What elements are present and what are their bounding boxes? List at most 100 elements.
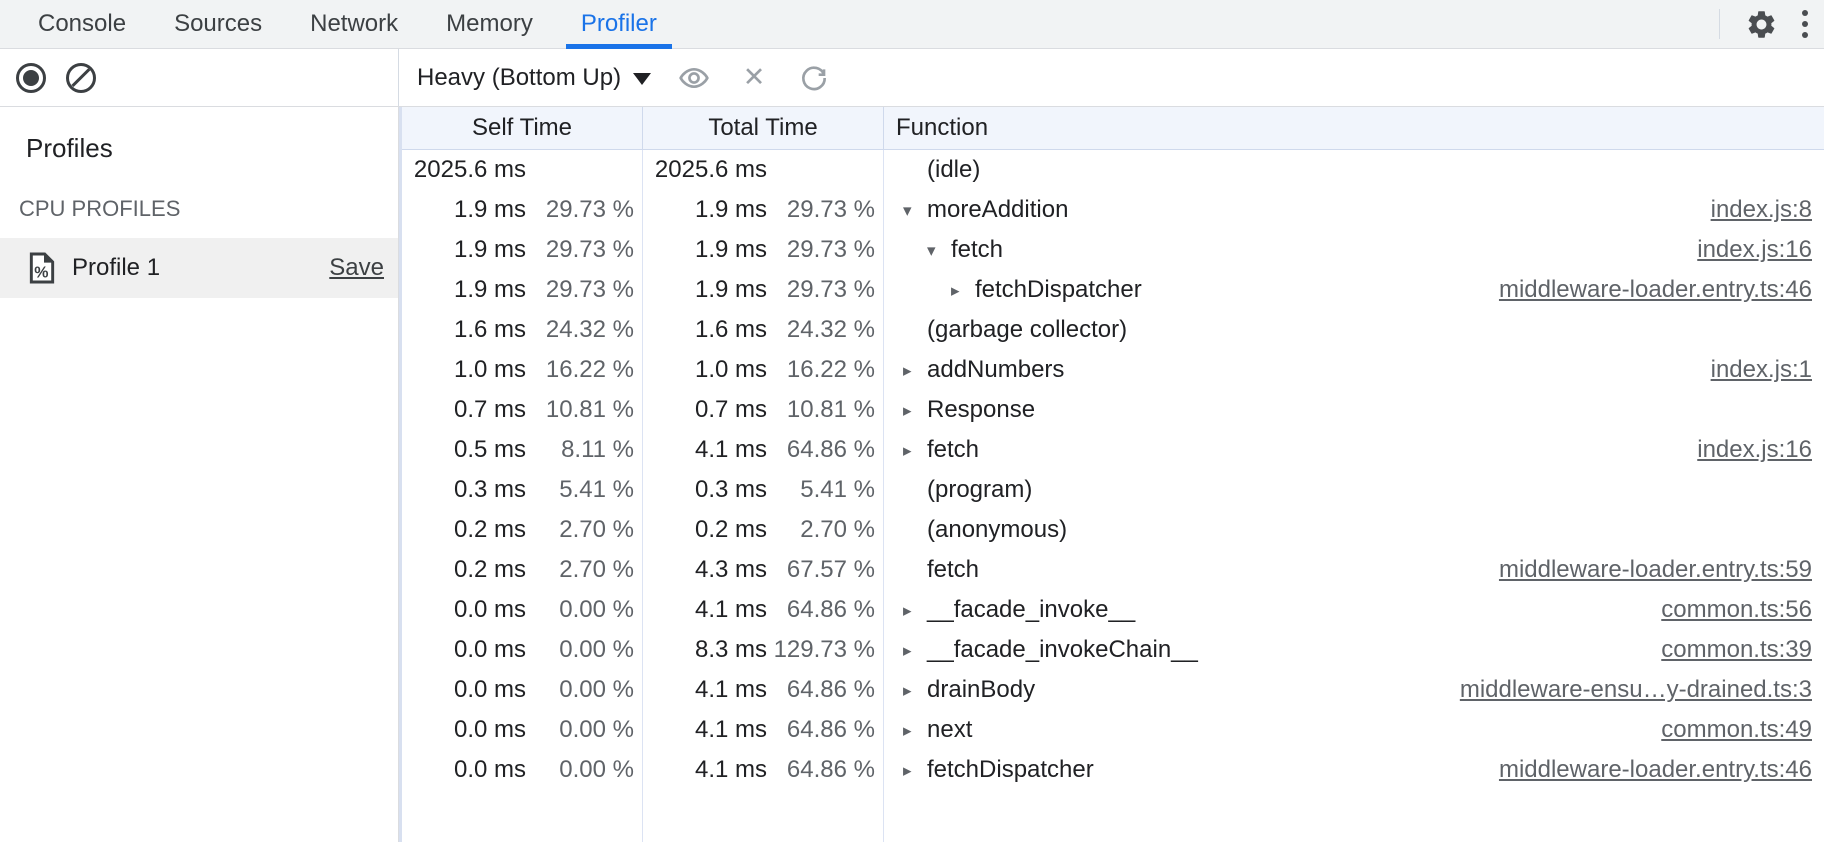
function-cell: ▸__facade_invokeChain__common.ts:39 bbox=[884, 636, 1824, 664]
total-time-ms: 1.9 ms bbox=[652, 276, 767, 304]
self-time-percent: 16.22 % bbox=[526, 356, 634, 384]
table-row[interactable]: 0.2 ms2.70 %0.2 ms2.70 %(anonymous) bbox=[402, 510, 1824, 550]
function-cell: ▸fetch index.js:16 bbox=[884, 436, 1824, 464]
table-row[interactable]: 0.5 ms8.11 %4.1 ms64.86 %▸fetchindex.js:… bbox=[402, 430, 1824, 470]
self-time-ms: 0.2 ms bbox=[411, 516, 526, 544]
total-time-cell: 0.2 ms2.70 % bbox=[643, 516, 884, 544]
source-link[interactable]: index.js:1 bbox=[1691, 356, 1812, 384]
self-time-percent: 0.00 % bbox=[526, 676, 634, 704]
total-time-cell: 4.1 ms64.86 % bbox=[643, 436, 884, 464]
source-link[interactable]: index.js:16 bbox=[1677, 236, 1812, 264]
table-row[interactable]: 2025.6 ms2025.6 ms(idle) bbox=[402, 150, 1824, 190]
cpu-profiles-section-label: CPU PROFILES bbox=[0, 164, 398, 238]
total-time-ms: 4.1 ms bbox=[652, 716, 767, 744]
tree-toggle-icon[interactable]: ▸ bbox=[903, 722, 927, 739]
total-time-cell: 4.1 ms64.86 % bbox=[643, 676, 884, 704]
column-header-total-time[interactable]: Total Time bbox=[643, 107, 884, 149]
view-mode-select[interactable]: Heavy (Bottom Up) bbox=[417, 64, 651, 92]
total-time-cell: 2025.6 ms bbox=[643, 156, 884, 184]
self-time-cell: 0.3 ms5.41 % bbox=[402, 476, 643, 504]
total-time-percent: 29.73 % bbox=[767, 236, 875, 264]
table-row[interactable]: 1.6 ms24.32 %1.6 ms24.32 %(garbage colle… bbox=[402, 310, 1824, 350]
function-name: fetchDispatcher bbox=[975, 276, 1142, 304]
column-header-function[interactable]: Function bbox=[884, 107, 1824, 149]
source-link[interactable]: middleware-ensu…y-drained.ts:3 bbox=[1440, 676, 1812, 704]
tree-toggle-icon[interactable]: ▸ bbox=[903, 442, 927, 459]
table-row[interactable]: 1.9 ms29.73 %1.9 ms29.73 %▾moreAdditioni… bbox=[402, 190, 1824, 230]
total-time-cell: 0.3 ms5.41 % bbox=[643, 476, 884, 504]
tab-console[interactable]: Console bbox=[28, 0, 136, 48]
function-cell: ▾moreAdditionindex.js:8 bbox=[884, 196, 1824, 224]
source-link[interactable]: index.js:8 bbox=[1691, 196, 1812, 224]
tree-toggle-icon[interactable]: ▸ bbox=[903, 762, 927, 779]
total-time-cell: 8.3 ms129.73 % bbox=[643, 636, 884, 664]
tab-profiler[interactable]: Profiler bbox=[571, 0, 667, 48]
focus-eye-icon[interactable] bbox=[677, 61, 711, 95]
self-time-ms: 1.9 ms bbox=[411, 236, 526, 264]
tab-label: Profiler bbox=[581, 10, 657, 38]
total-time-cell: 1.0 ms16.22 % bbox=[643, 356, 884, 384]
function-name: fetchDispatcher bbox=[927, 756, 1094, 784]
self-time-cell: 0.0 ms0.00 % bbox=[402, 636, 643, 664]
tree-toggle-icon[interactable]: ▾ bbox=[927, 242, 951, 259]
tab-network[interactable]: Network bbox=[300, 0, 408, 48]
table-row[interactable]: 0.2 ms2.70 %4.3 ms67.57 %fetchmiddleware… bbox=[402, 550, 1824, 590]
table-row[interactable]: 0.7 ms10.81 %0.7 ms10.81 %▸Response bbox=[402, 390, 1824, 430]
source-link[interactable]: common.ts:49 bbox=[1641, 716, 1812, 744]
function-name: fetch bbox=[927, 436, 979, 464]
more-options-kebab-icon[interactable] bbox=[1802, 10, 1808, 38]
clear-profiles-icon[interactable] bbox=[66, 63, 96, 93]
tab-sources[interactable]: Sources bbox=[164, 0, 272, 48]
tree-toggle-icon[interactable]: ▸ bbox=[903, 642, 927, 659]
self-time-ms: 0.0 ms bbox=[411, 596, 526, 624]
profiler-data-grid: Self Time Total Time Function 2025.6 ms2… bbox=[399, 107, 1824, 842]
tree-toggle-icon[interactable]: ▾ bbox=[903, 202, 927, 219]
profiler-toolbar-right: Heavy (Bottom Up) bbox=[399, 49, 831, 106]
table-row[interactable]: 0.0 ms0.00 %4.1 ms64.86 %▸fetchDispatche… bbox=[402, 750, 1824, 790]
tree-toggle-icon[interactable]: ▸ bbox=[951, 282, 975, 299]
source-link[interactable]: common.ts:39 bbox=[1641, 636, 1812, 664]
settings-gear-icon[interactable] bbox=[1742, 5, 1780, 43]
self-time-cell: 0.0 ms0.00 % bbox=[402, 756, 643, 784]
source-link[interactable]: common.ts:56 bbox=[1641, 596, 1812, 624]
tree-toggle-icon[interactable]: ▸ bbox=[903, 682, 927, 699]
total-time-cell: 4.1 ms64.86 % bbox=[643, 716, 884, 744]
source-link[interactable]: middleware-loader.entry.ts:46 bbox=[1479, 756, 1812, 784]
table-row[interactable]: 0.3 ms5.41 %0.3 ms5.41 %(program) bbox=[402, 470, 1824, 510]
self-time-percent: 0.00 % bbox=[526, 596, 634, 624]
tree-toggle-icon[interactable]: ▸ bbox=[903, 362, 927, 379]
save-profile-link[interactable]: Save bbox=[329, 254, 384, 282]
function-cell: ▸nextcommon.ts:49 bbox=[884, 716, 1824, 744]
source-link[interactable]: middleware-loader.entry.ts:46 bbox=[1479, 276, 1812, 304]
exclude-x-icon[interactable] bbox=[737, 61, 771, 95]
table-row[interactable]: 0.0 ms0.00 %4.1 ms64.86 %▸nextcommon.ts:… bbox=[402, 710, 1824, 750]
tree-toggle-icon[interactable]: ▸ bbox=[903, 602, 927, 619]
reload-icon[interactable] bbox=[797, 61, 831, 95]
table-row[interactable]: 1.9 ms29.73 %1.9 ms29.73 %▾fetchindex.js… bbox=[402, 230, 1824, 270]
function-cell: ▸__facade_invoke__common.ts:56 bbox=[884, 596, 1824, 624]
total-time-percent: 64.86 % bbox=[767, 756, 875, 784]
tab-memory[interactable]: Memory bbox=[436, 0, 543, 48]
record-profile-icon[interactable] bbox=[16, 63, 46, 93]
source-link[interactable]: middleware-loader.entry.ts:59 bbox=[1479, 556, 1812, 584]
table-row[interactable]: 1.9 ms29.73 %1.9 ms29.73 %▸fetchDispatch… bbox=[402, 270, 1824, 310]
total-time-percent: 16.22 % bbox=[767, 356, 875, 384]
tree-toggle-icon[interactable]: ▸ bbox=[903, 402, 927, 419]
self-time-percent: 24.32 % bbox=[526, 316, 634, 344]
self-time-ms: 1.9 ms bbox=[411, 196, 526, 224]
grid-body: 2025.6 ms2025.6 ms(idle)1.9 ms29.73 %1.9… bbox=[402, 150, 1824, 842]
table-row[interactable]: 0.0 ms0.00 %4.1 ms64.86 %▸__facade_invok… bbox=[402, 590, 1824, 630]
column-header-self-time[interactable]: Self Time bbox=[402, 107, 643, 149]
table-row[interactable]: 1.0 ms16.22 %1.0 ms16.22 %▸addNumbersind… bbox=[402, 350, 1824, 390]
tab-label: Sources bbox=[174, 10, 262, 38]
profile-list-item[interactable]: % Profile 1 Save bbox=[0, 238, 398, 298]
table-row[interactable]: 0.0 ms0.00 %4.1 ms64.86 %▸drainBodymiddl… bbox=[402, 670, 1824, 710]
table-row[interactable]: 0.0 ms0.00 %8.3 ms129.73 %▸__facade_invo… bbox=[402, 630, 1824, 670]
profiles-sidebar: Profiles CPU PROFILES % Profile 1 Save bbox=[0, 107, 399, 842]
self-time-cell: 0.0 ms0.00 % bbox=[402, 676, 643, 704]
function-cell: ▸drainBodymiddleware-ensu…y-drained.ts:3 bbox=[884, 676, 1824, 704]
self-time-cell: 0.0 ms0.00 % bbox=[402, 596, 643, 624]
source-link[interactable]: index.js:16 bbox=[1677, 436, 1812, 464]
self-time-ms: 0.3 ms bbox=[411, 476, 526, 504]
function-cell: (garbage collector) bbox=[884, 316, 1824, 344]
